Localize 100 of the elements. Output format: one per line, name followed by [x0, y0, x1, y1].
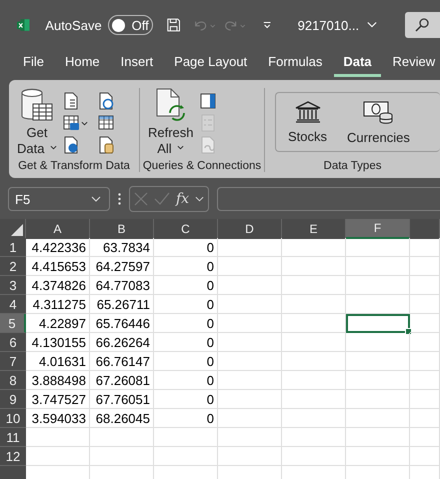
table-cell	[282, 333, 346, 352]
column-header[interactable]: A	[26, 219, 90, 239]
refresh-all-button[interactable]: Refresh All	[146, 88, 196, 158]
chevron-down-icon[interactable]	[195, 196, 204, 202]
table-cell	[346, 257, 410, 276]
customize-icon[interactable]	[263, 21, 272, 29]
table-cell: 67.76051	[90, 390, 154, 409]
column-header[interactable]: E	[282, 219, 346, 239]
row-header[interactable]: 5	[0, 314, 26, 333]
table-cell	[346, 238, 410, 257]
column-header[interactable]: C	[154, 219, 218, 239]
menu-tab[interactable]: Insert	[112, 50, 162, 77]
name-box[interactable]: F5	[8, 187, 110, 211]
table-cell: 0	[154, 371, 218, 390]
insert-function-button[interactable]: fx	[176, 191, 190, 207]
table-cell: 3.594033	[26, 409, 90, 428]
table-cell	[282, 447, 346, 466]
table-cell: 0	[154, 409, 218, 428]
column-header[interactable]: F	[346, 219, 410, 239]
table-cell	[282, 314, 346, 333]
table-cell: 0	[154, 352, 218, 371]
row-header[interactable]: 4	[0, 295, 26, 314]
formula-input[interactable]	[217, 187, 440, 211]
cylinder-document-icon[interactable]	[98, 136, 114, 154]
table-cell: 0	[154, 295, 218, 314]
table-cell	[410, 409, 440, 428]
table-cell: 4.311275	[26, 295, 90, 314]
table-cell	[26, 428, 90, 447]
group-label: Data Types	[322, 159, 382, 172]
table-cell	[410, 447, 440, 466]
stocks-button[interactable]: Stocks	[280, 100, 336, 144]
select-all-icon[interactable]	[11, 224, 23, 236]
caret-icon[interactable]	[81, 120, 88, 126]
table-cell: 0	[154, 333, 218, 352]
table-cell	[90, 447, 154, 466]
database-table-icon	[21, 88, 54, 122]
table-cell	[410, 352, 440, 371]
table-cell	[154, 428, 218, 447]
menu-tab[interactable]: Formulas	[259, 50, 332, 77]
table-cell	[218, 371, 282, 390]
search-box[interactable]	[405, 12, 440, 38]
table-cell: 4.22897	[26, 314, 90, 333]
menu-tab[interactable]: Page Layout	[165, 50, 256, 77]
row-header[interactable]: 11	[0, 428, 26, 447]
table-cell: 0	[154, 390, 218, 409]
table-cell	[218, 447, 282, 466]
row-header[interactable]: 6	[0, 333, 26, 352]
refresh-document-icon	[154, 88, 187, 122]
table-cell	[346, 447, 410, 466]
column-header[interactable]: D	[218, 219, 282, 239]
table-cell	[410, 390, 440, 409]
table-cell	[346, 276, 410, 295]
table-cell	[346, 428, 410, 447]
autosave-label: AutoSave	[45, 18, 102, 32]
table-cell: 0	[154, 257, 218, 276]
table-cell: 4.130155	[26, 333, 90, 352]
row-header[interactable]: 3	[0, 276, 26, 295]
row-header[interactable]: 12	[0, 447, 26, 466]
document-lines-icon[interactable]	[63, 92, 80, 110]
currencies-button[interactable]: Currencies	[339, 100, 418, 144]
row-header[interactable]: 10	[0, 409, 26, 428]
table-cell	[346, 371, 410, 390]
table-cell: 68.26045	[90, 409, 154, 428]
table-cell: 4.415653	[26, 257, 90, 276]
table-cell	[218, 276, 282, 295]
table-cell	[282, 409, 346, 428]
save-icon[interactable]	[166, 17, 180, 33]
table-icon[interactable]	[98, 114, 114, 132]
row-header[interactable]: 8	[0, 371, 26, 390]
table-cell	[218, 390, 282, 409]
table-cell: 4.422336	[26, 238, 90, 257]
table-cell: 63.7834	[90, 238, 154, 257]
autosave-toggle[interactable]: Off	[108, 15, 153, 35]
file-name[interactable]: 9217010...	[298, 18, 360, 32]
menu-tab[interactable]: File	[14, 50, 53, 77]
table-cell	[282, 257, 346, 276]
row-header[interactable]: 7	[0, 352, 26, 371]
table-cell	[282, 352, 346, 371]
menu-tab[interactable]: Home	[56, 50, 109, 77]
table-cell: 67.26081	[90, 371, 154, 390]
table-cell: 0	[154, 238, 218, 257]
table-cell	[218, 409, 282, 428]
menu-tab[interactable]: Data	[334, 50, 381, 77]
fill-handle[interactable]	[405, 328, 412, 335]
menu-tab[interactable]: Review	[384, 50, 440, 77]
caret-icon	[50, 145, 58, 150]
get-data-button[interactable]: Get Data	[15, 88, 60, 158]
table-camera-icon[interactable]	[63, 114, 80, 132]
row-header[interactable]: 9	[0, 390, 26, 409]
table-cell: 3.747527	[26, 390, 90, 409]
table-cell	[218, 352, 282, 371]
vertical-dots-icon[interactable]	[118, 193, 121, 205]
row-header[interactable]: 1	[0, 238, 26, 257]
side-panel-icon[interactable]	[200, 92, 216, 110]
table-cell: 66.76147	[90, 352, 154, 371]
table-cell	[218, 314, 282, 333]
column-header[interactable]: B	[90, 219, 154, 239]
table-cell: 65.76446	[90, 314, 154, 333]
row-header[interactable]: 2	[0, 257, 26, 276]
table-cell	[346, 390, 410, 409]
